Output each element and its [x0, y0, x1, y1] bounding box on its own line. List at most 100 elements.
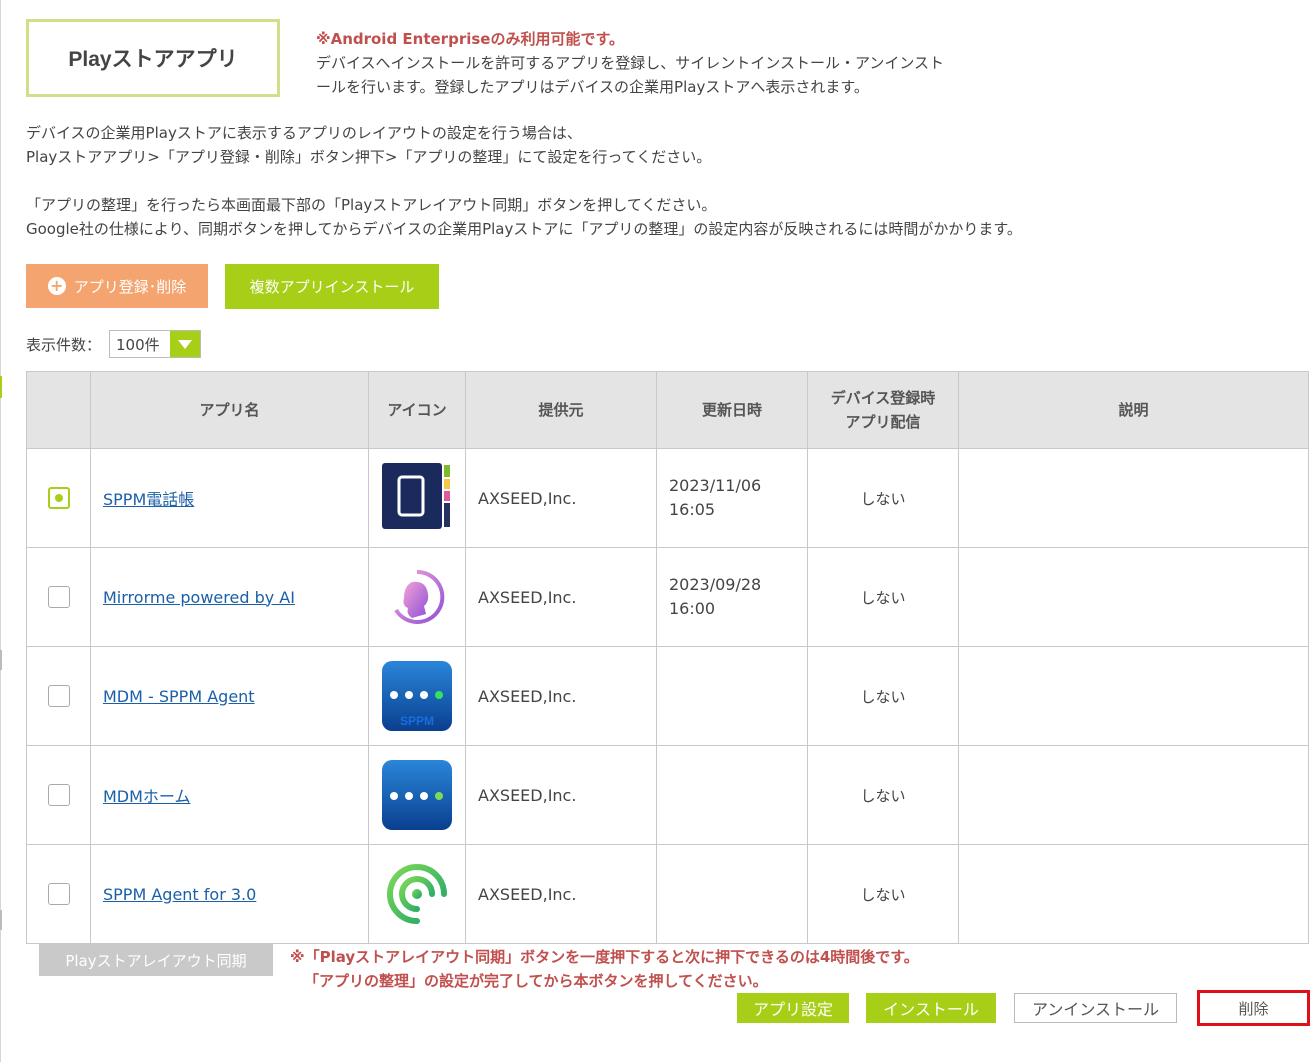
multi-install-button[interactable]: 複数アプリインストール [225, 264, 439, 309]
plus-icon: + [47, 277, 66, 295]
description-cell [958, 844, 1309, 944]
header-device-distribution: デバイス登録時 アプリ配信 [807, 371, 959, 449]
vendor-cell: AXSEED,Inc. [465, 745, 657, 845]
header-select [26, 371, 91, 449]
description-line: Google社の仕様により、同期ボタンを押してからデバイスの企業用Playストア… [26, 220, 1022, 238]
row-select-cell [26, 448, 91, 548]
row-select-cell [26, 844, 91, 944]
table-header-row: アプリ名 アイコン 提供元 更新日時 デバイス登録時 アプリ配信 説明 [26, 371, 1309, 449]
per-page-control: 表示件数： 100件 [26, 330, 202, 358]
row-radio[interactable] [47, 784, 70, 806]
description-cell [958, 646, 1309, 746]
app-icon-cell [368, 547, 466, 647]
row-radio[interactable] [47, 685, 70, 707]
row-radio[interactable] [47, 487, 70, 509]
sppm-agent-icon: SPPM [382, 661, 452, 731]
row-radio[interactable] [47, 883, 70, 905]
per-page-value: 100件 [116, 335, 160, 354]
header-vendor: 提供元 [465, 371, 657, 449]
register-delete-label: アプリ登録･削除 [73, 277, 187, 296]
sync-note: ※「Playストアレイアウト同期」ボタンを一度押下すると次に押下できるのは4時間… [290, 945, 919, 993]
app-settings-button[interactable]: アプリ設定 [737, 993, 849, 1023]
vendor-cell: AXSEED,Inc. [465, 844, 657, 944]
updated-cell: 2023/09/28 16:00 [656, 547, 808, 647]
mdm-home-icon [382, 760, 452, 830]
updated-cell [656, 844, 808, 944]
app-name-cell: SPPM電話帳 [90, 448, 369, 548]
description-block: デバイスの企業用Playストアに表示するアプリのレイアウトの設定を行う場合は、 … [26, 121, 1226, 241]
app-name-cell: SPPM Agent for 3.0 [90, 844, 369, 944]
notice-block: ※Android Enterpriseのみ利用可能です。 デバイスへインストール… [316, 27, 1016, 99]
updated-cell [656, 646, 808, 746]
updated-cell: 2023/11/06 16:05 [656, 448, 808, 548]
header-dist-line2: アプリ配信 [845, 413, 921, 431]
sppm-icon-text: SPPM [400, 714, 434, 728]
vendor-cell: AXSEED,Inc. [465, 547, 657, 647]
header-updated: 更新日時 [656, 371, 808, 449]
app-name-cell: MDM - SPPM Agent [90, 646, 369, 746]
row-select-cell [26, 547, 91, 647]
row-radio[interactable] [47, 586, 70, 608]
description-cell [958, 448, 1309, 548]
app-icon-cell [368, 844, 466, 944]
sppm-agent3-icon [387, 864, 447, 924]
table-row: SPPM電話帳 AXSEED,Inc. 2023/11/06 16:05 しない [26, 448, 1309, 548]
header-app-name: アプリ名 [90, 371, 369, 449]
updated-date: 2023/09/28 [669, 575, 762, 594]
updated-cell [656, 745, 808, 845]
header-description: 説明 [958, 371, 1309, 449]
table-row: MDMホーム AXSEED,Inc. しない [26, 745, 1309, 845]
app-name-link[interactable]: SPPM Agent for 3.0 [103, 885, 256, 904]
table-row: Mirrorme powered by AI AXSEED,Inc. 2023/… [26, 547, 1309, 647]
per-page-select[interactable]: 100件 [109, 330, 202, 358]
per-page-label: 表示件数： [26, 335, 102, 354]
app-icon-cell: SPPM [368, 646, 466, 746]
phonebook-icon [382, 463, 450, 529]
app-name-link[interactable]: MDMホーム [103, 787, 190, 806]
left-marker [0, 650, 2, 670]
left-border [0, 0, 1, 1062]
uninstall-button[interactable]: アンインストール [1014, 993, 1177, 1023]
table-row: MDM - SPPM Agent SPPM AXSEED,Inc. しない [26, 646, 1309, 746]
chevron-down-icon [170, 331, 201, 357]
row-select-cell [26, 646, 91, 746]
distribution-cell: しない [807, 646, 959, 746]
description-cell [958, 745, 1309, 845]
playstore-layout-sync-button[interactable]: Playストアレイアウト同期 [39, 944, 273, 976]
description-line: Playストアアプリ>「アプリ登録・削除」ボタン押下>「アプリの整理」にて設定を… [26, 148, 712, 166]
header-dist-line1: デバイス登録時 [830, 389, 936, 407]
notice-line: デバイスへインストールを許可するアプリを登録し、サイレントインストール・アンイン… [316, 54, 945, 72]
description-line: デバイスの企業用Playストアに表示するアプリのレイアウトの設定を行う場合は、 [26, 124, 582, 142]
app-name-cell: Mirrorme powered by AI [90, 547, 369, 647]
updated-time: 16:05 [669, 500, 716, 519]
app-icon-cell [368, 745, 466, 845]
android-enterprise-warning: ※Android Enterpriseのみ利用可能です。 [316, 30, 624, 48]
vendor-cell: AXSEED,Inc. [465, 448, 657, 548]
app-icon-cell [368, 448, 466, 548]
distribution-cell: しない [807, 844, 959, 944]
app-name-link[interactable]: SPPM電話帳 [103, 490, 194, 509]
header-icon: アイコン [368, 371, 466, 449]
app-name-cell: MDMホーム [90, 745, 369, 845]
delete-button[interactable]: 削除 [1197, 990, 1310, 1026]
row-select-cell [26, 745, 91, 845]
vendor-cell: AXSEED,Inc. [465, 646, 657, 746]
left-active-marker [0, 376, 2, 398]
distribution-cell: しない [807, 547, 959, 647]
notice-line: ールを行います。登録したアプリはデバイスの企業用Playストアへ表示されます。 [316, 78, 869, 96]
description-cell [958, 547, 1309, 647]
distribution-cell: しない [807, 745, 959, 845]
left-marker [0, 910, 2, 930]
app-name-link[interactable]: Mirrorme powered by AI [103, 588, 295, 607]
page-title: Playストアアプリ [26, 19, 280, 97]
app-name-link[interactable]: MDM - SPPM Agent [103, 687, 255, 706]
app-table: アプリ名 アイコン 提供元 更新日時 デバイス登録時 アプリ配信 説明 SPPM… [26, 371, 1309, 944]
register-delete-button[interactable]: + アプリ登録･削除 [26, 264, 208, 308]
updated-date: 2023/11/06 [669, 476, 762, 495]
table-row: SPPM Agent for 3.0 AXSEED,Inc. しない [26, 844, 1309, 944]
sync-note-line: 「アプリの整理」の設定が完了してから本ボタンを押してください。 [304, 972, 768, 990]
mirrorme-icon [394, 569, 445, 624]
install-button[interactable]: インストール [866, 993, 996, 1023]
sync-note-line: ※「Playストアレイアウト同期」ボタンを一度押下すると次に押下できるのは4時間… [290, 948, 919, 966]
updated-time: 16:00 [669, 599, 716, 618]
